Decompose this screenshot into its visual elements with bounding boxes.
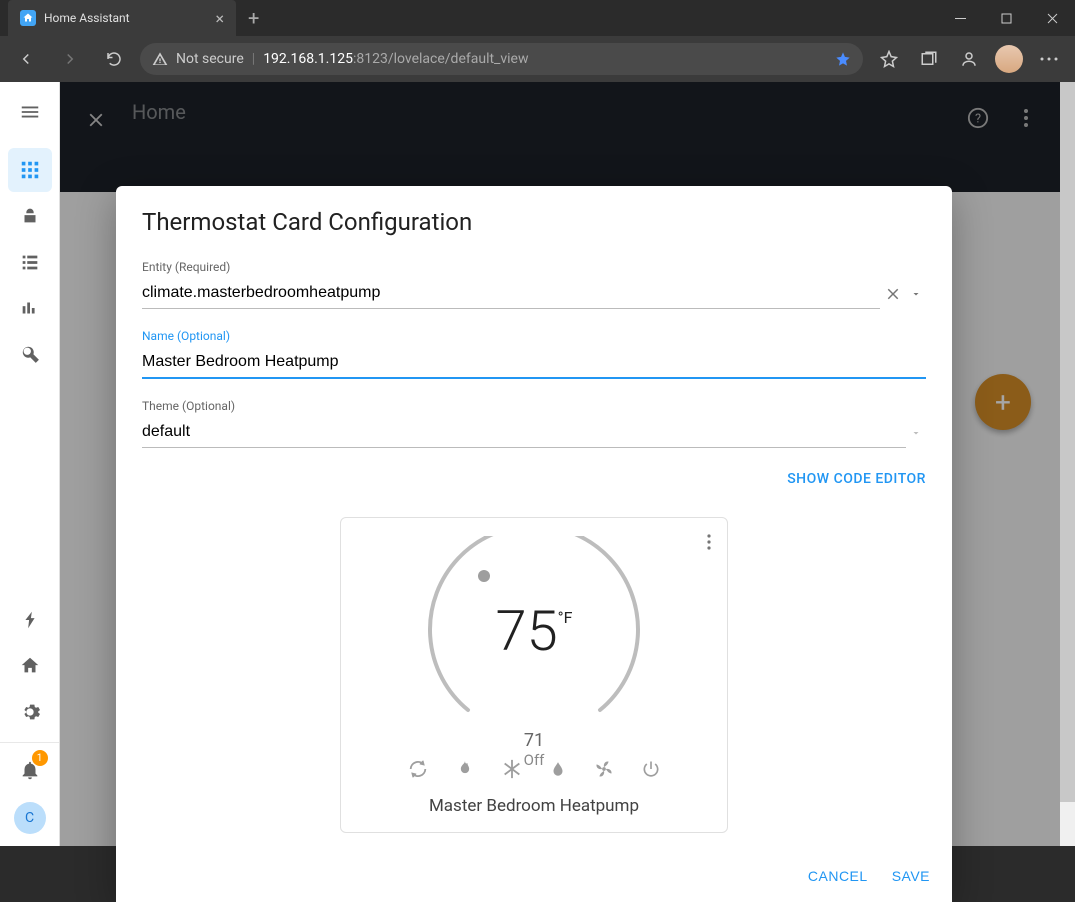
sidebar-config[interactable] bbox=[8, 690, 52, 734]
favorites-icon[interactable] bbox=[871, 41, 907, 77]
name-field: Name (Optional) bbox=[142, 329, 926, 379]
app-container: 1 C Home ? + Thermostat Card Configurati… bbox=[0, 82, 1075, 846]
security-label: Not secure bbox=[176, 51, 244, 67]
new-tab-button[interactable]: + bbox=[248, 6, 259, 30]
scroll-thumb[interactable] bbox=[1060, 82, 1075, 802]
modal-actions: CANCEL SAVE bbox=[116, 856, 952, 902]
sidebar-devtools[interactable] bbox=[8, 332, 52, 376]
browser-titlebar: Home Assistant × + bbox=[0, 0, 1075, 36]
show-code-editor-link[interactable]: SHOW CODE EDITOR bbox=[787, 471, 926, 487]
entity-field: Entity (Required) bbox=[142, 260, 926, 309]
power-icon[interactable] bbox=[641, 758, 661, 780]
url-input[interactable]: Not secure | 192.168.1.125:8123/lovelace… bbox=[140, 43, 863, 75]
window-controls bbox=[937, 0, 1075, 36]
modal-title: Thermostat Card Configuration bbox=[142, 208, 926, 236]
card-name-label: Master Bedroom Heatpump bbox=[429, 796, 639, 816]
set-temp: 75°F bbox=[424, 598, 644, 664]
maximize-button[interactable] bbox=[983, 0, 1029, 36]
cancel-button[interactable]: CANCEL bbox=[808, 868, 868, 884]
theme-label: Theme (Optional) bbox=[142, 399, 926, 413]
hvac-state: Off bbox=[424, 751, 644, 769]
sidebar-supervisor[interactable] bbox=[8, 598, 52, 642]
entity-dropdown-icon[interactable] bbox=[906, 284, 926, 304]
close-tab-icon[interactable]: × bbox=[215, 9, 224, 28]
browser-avatar[interactable] bbox=[991, 41, 1027, 77]
entity-input[interactable] bbox=[142, 278, 880, 309]
sidebar-history[interactable] bbox=[8, 286, 52, 330]
current-temp: 71 bbox=[424, 730, 644, 751]
theme-dropdown-icon[interactable] bbox=[906, 423, 926, 443]
theme-input[interactable] bbox=[142, 417, 906, 448]
name-label: Name (Optional) bbox=[142, 329, 926, 343]
scrollbar[interactable] bbox=[1060, 82, 1075, 846]
ha-sidebar: 1 C bbox=[0, 82, 60, 846]
browser-tab[interactable]: Home Assistant × bbox=[8, 0, 236, 36]
name-input[interactable] bbox=[142, 347, 926, 379]
more-icon[interactable] bbox=[1031, 41, 1067, 77]
menu-button[interactable] bbox=[8, 90, 52, 134]
sidebar-logbook[interactable] bbox=[8, 240, 52, 284]
refresh-button[interactable] bbox=[96, 41, 132, 77]
card-preview: 75°F 71 Off bbox=[340, 517, 728, 833]
sidebar-overview[interactable] bbox=[8, 148, 52, 192]
address-bar: Not secure | 192.168.1.125:8123/lovelace… bbox=[0, 36, 1075, 82]
collections-icon[interactable] bbox=[911, 41, 947, 77]
tab-title: Home Assistant bbox=[44, 11, 215, 25]
home-assistant-icon bbox=[20, 10, 36, 26]
clear-entity-icon[interactable] bbox=[880, 281, 906, 307]
thermostat-dial[interactable]: 75°F 71 Off bbox=[424, 536, 644, 736]
notif-badge: 1 bbox=[32, 750, 48, 766]
card-config-modal: Thermostat Card Configuration Entity (Re… bbox=[116, 186, 952, 902]
profile-icon[interactable] bbox=[951, 41, 987, 77]
card-menu-icon[interactable] bbox=[701, 528, 717, 556]
favorite-icon[interactable] bbox=[835, 51, 851, 67]
back-button[interactable] bbox=[8, 41, 44, 77]
notifications-button[interactable]: 1 bbox=[8, 748, 52, 792]
entity-label: Entity (Required) bbox=[142, 260, 926, 274]
sidebar-map[interactable] bbox=[8, 194, 52, 238]
sidebar-hacs[interactable] bbox=[8, 644, 52, 688]
minimize-button[interactable] bbox=[937, 0, 983, 36]
url-host: 192.168.1.125 bbox=[263, 51, 353, 67]
forward-button[interactable] bbox=[52, 41, 88, 77]
save-button[interactable]: SAVE bbox=[892, 868, 930, 884]
url-path: :8123/lovelace/default_view bbox=[353, 51, 529, 67]
warning-icon bbox=[152, 51, 168, 67]
user-avatar[interactable]: C bbox=[14, 802, 46, 834]
close-window-button[interactable] bbox=[1029, 0, 1075, 36]
theme-field: Theme (Optional) bbox=[142, 399, 926, 448]
